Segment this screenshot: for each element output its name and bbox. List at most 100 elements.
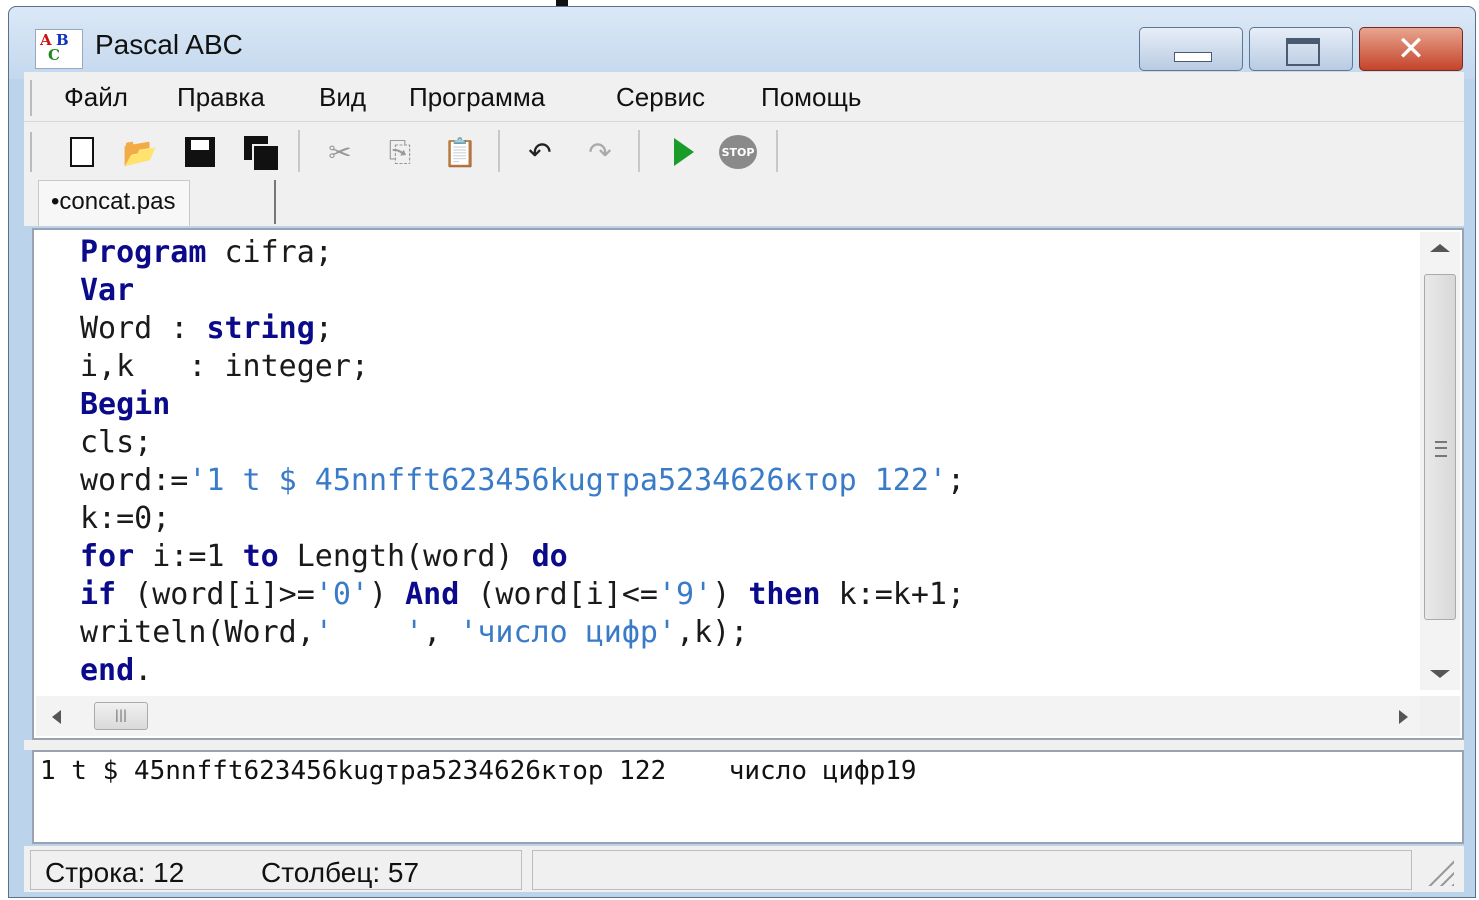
title-bar[interactable]: ABC Pascal ABC ✕ [9,7,1475,79]
code-text: Length(word) [278,539,532,574]
code-line: cls; [80,424,965,462]
scroll-right-icon[interactable] [1399,710,1408,724]
code-line: word:='1 t $ 45nnfft623456kugтра5234626к… [80,462,965,500]
run-icon [674,138,694,166]
undo-button[interactable]: ↶ [520,132,560,172]
code-line: end. [80,652,965,690]
tab-label: concat.pas [59,188,176,215]
status-panel-empty [532,850,1412,890]
minimize-icon [1174,52,1212,62]
close-icon: ✕ [1396,29,1426,69]
maximize-icon [1286,38,1320,66]
save-all-button[interactable] [240,132,280,172]
code-text: ) [369,577,406,612]
status-column: Столбец: 57 [261,857,420,888]
menu-service[interactable]: Сервис [616,82,705,113]
pascal-abc-app-icon: ABC [35,29,83,69]
keyword: And [405,577,460,612]
keyword: Program [80,235,207,270]
pane-splitter[interactable] [24,740,1464,750]
horizontal-scrollbar[interactable]: ||| [36,696,1420,736]
code-text: (word[i]>= [116,577,315,612]
output-text: 1 t $ 45nnfft623456kugтра5234626ктор 122… [40,756,917,786]
code-line: Var [80,272,965,310]
code-text: cls; [80,425,153,460]
string-literal: '1 t $ 45nnfft623456kugтра5234626ктор 12… [188,463,947,498]
new-file-button[interactable] [62,132,102,172]
toolbar: 📂 ✂ ⎘ 📋 ↶ ↷ STOP [24,122,1464,178]
string-literal: 'число цифр' [459,615,677,650]
paste-icon: 📋 [442,135,478,169]
new-file-icon [70,137,94,167]
copy-icon: ⎘ [388,135,412,168]
scroll-left-icon[interactable] [52,710,61,724]
code-line: Program cifra; [80,234,965,272]
code-text: word:= [80,463,189,498]
string-literal: '0' [314,577,369,612]
scroll-down-icon[interactable] [1430,670,1450,678]
status-panel-position: Строка: 12 Столбец: 57 [30,850,522,890]
undo-icon: ↶ [528,135,552,169]
vertical-scrollbar[interactable] [1420,232,1460,690]
stop-button[interactable]: STOP [718,132,758,172]
code-line: if (word[i]>='0') And (word[i]<='9') the… [80,576,965,614]
tab-strip: •concat.pas [24,178,1464,226]
horizontal-scroll-thumb[interactable]: ||| [94,702,148,730]
menu-grip [30,80,32,116]
menu-bar: Файл Правка Вид Программа Сервис Помощь [24,72,1464,122]
menu-program[interactable]: Программа [409,82,545,113]
grip-icon [1435,441,1447,457]
tab-concat-pas[interactable]: •concat.pas [38,180,191,226]
menu-help[interactable]: Помощь [761,82,861,113]
maximize-button[interactable] [1249,27,1353,71]
menu-view[interactable]: Вид [319,82,366,113]
scroll-up-icon[interactable] [1430,244,1450,252]
keyword: for [80,539,135,574]
code-line: i,k : integer; [80,348,965,386]
toolbar-separator [776,130,778,172]
code-text: . [134,653,153,688]
code-text: , [423,615,460,650]
code-text: ) [712,577,749,612]
open-file-button[interactable]: 📂 [120,132,160,172]
menu-file[interactable]: Файл [64,82,128,113]
code-text: ; [946,463,966,498]
code-text: i,k : integer; [80,349,369,384]
copy-button[interactable]: ⎘ [380,132,420,172]
menu-edit[interactable]: Правка [177,82,265,113]
code-text: ,k); [676,615,749,650]
code-line: Begin [80,386,965,424]
code-text: writeln(Word, [80,615,315,650]
code-text: ; [314,311,333,346]
code-editor[interactable]: Program cifra; Var Word : string; i,k : … [32,228,1464,740]
string-literal: '9' [658,577,713,612]
code-area[interactable]: Program cifra; Var Word : string; i,k : … [80,234,965,690]
toolbar-separator [498,130,500,172]
redo-button[interactable]: ↷ [580,132,620,172]
open-file-icon: 📂 [122,135,158,169]
code-line: k:=0; [80,500,965,538]
redo-icon: ↷ [588,135,612,169]
keyword: string [206,311,315,346]
run-button[interactable] [664,132,704,172]
keyword: end [80,653,135,688]
cut-button[interactable]: ✂ [320,132,360,172]
close-button[interactable]: ✕ [1359,27,1463,71]
keyword: do [531,539,568,574]
code-text: k:=0; [80,501,171,536]
paste-button[interactable]: 📋 [440,132,480,172]
code-text: (word[i]<= [459,577,658,612]
code-text: cifra; [206,235,333,270]
status-bar: Строка: 12 Столбец: 57 [24,846,1464,892]
code-text: k:=k+1; [820,577,966,612]
code-line: Word : string; [80,310,965,348]
code-line: for i:=1 to Length(word) do [80,538,965,576]
save-all-icon [244,136,280,172]
vertical-scroll-thumb[interactable] [1424,274,1456,620]
resize-grip-icon[interactable] [1420,852,1454,886]
minimize-button[interactable] [1139,27,1243,71]
output-window[interactable]: 1 t $ 45nnfft623456kugтра5234626ктор 122… [32,750,1464,844]
save-button[interactable] [180,132,220,172]
keyword: if [80,577,117,612]
keyword: to [242,539,279,574]
